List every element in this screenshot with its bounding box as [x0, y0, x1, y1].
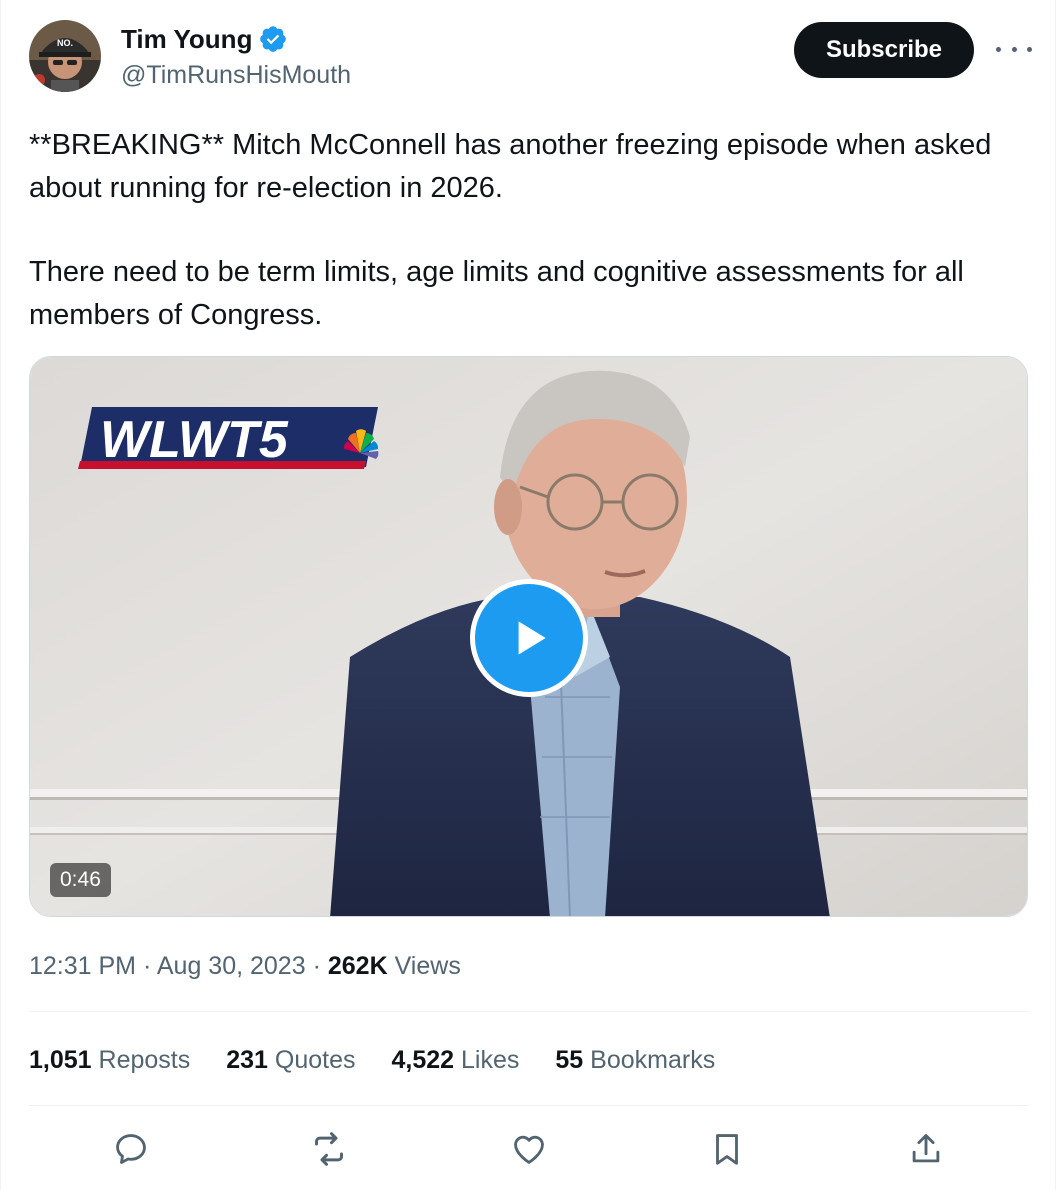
divider	[29, 1105, 1029, 1106]
more-dot	[1011, 46, 1017, 52]
share-icon	[912, 1134, 940, 1163]
views-label: Views	[394, 952, 461, 980]
stat-count: 4,522	[391, 1046, 455, 1074]
more-options-icon[interactable]	[996, 36, 1032, 62]
stat-quotes[interactable]: 231 Quotes	[226, 1040, 355, 1080]
divider	[29, 1011, 1029, 1012]
meta-separator: ·	[142, 952, 152, 980]
video-duration: 0:46	[50, 863, 111, 897]
repost-icon	[315, 1132, 343, 1166]
share-button[interactable]	[901, 1124, 951, 1174]
engagement-stats: 1,051 Reposts 231 Quotes 4,522 Likes 55 …	[29, 1040, 751, 1080]
stat-label: Likes	[461, 1046, 520, 1074]
more-dot	[1027, 46, 1032, 52]
tweet-text: **BREAKING** Mitch McConnell has another…	[29, 124, 1029, 337]
author-name-row[interactable]: Tim Young	[121, 22, 288, 56]
more-dot	[996, 46, 1001, 52]
like-icon	[514, 1135, 544, 1164]
stat-label: Reposts	[98, 1046, 191, 1074]
tweet-date[interactable]: Aug 30, 2023	[157, 952, 306, 980]
stat-count: 1,051	[29, 1046, 92, 1074]
video-player[interactable]: WLWT5 0:46	[29, 356, 1028, 917]
bookmark-button[interactable]	[702, 1124, 752, 1174]
avatar-cap-text: NO.	[57, 38, 73, 48]
tweet-time[interactable]: 12:31 PM	[29, 952, 136, 980]
stat-bookmarks[interactable]: 55 Bookmarks	[555, 1040, 715, 1080]
verified-badge-icon	[260, 26, 287, 52]
stat-count: 55	[555, 1046, 584, 1074]
stat-reposts[interactable]: 1,051 Reposts	[29, 1040, 190, 1080]
reply-icon	[116, 1134, 146, 1164]
meta-separator: ·	[312, 952, 321, 980]
tweet-paragraph: There need to be term limits, age limits…	[29, 256, 964, 331]
stat-label: Bookmarks	[590, 1046, 716, 1074]
tweet-meta: 12:31 PM · Aug 30, 2023 · 262K Views	[29, 946, 461, 986]
stat-likes[interactable]: 4,522 Likes	[392, 1040, 520, 1080]
stat-label: Quotes	[274, 1046, 356, 1074]
reply-button[interactable]	[106, 1124, 156, 1174]
tweet-paragraph: **BREAKING** Mitch McConnell has another…	[29, 129, 992, 204]
play-button[interactable]	[470, 579, 588, 697]
bookmark-icon	[716, 1134, 738, 1165]
action-bar	[29, 1124, 1029, 1174]
author-display-name[interactable]: Tim Young	[121, 22, 252, 56]
views-count: 262K	[327, 952, 388, 980]
play-icon	[518, 621, 546, 655]
like-button[interactable]	[504, 1124, 554, 1174]
repost-button[interactable]	[304, 1124, 354, 1174]
stat-count: 231	[226, 1046, 268, 1074]
author-handle[interactable]: @TimRunsHisMouth	[121, 58, 351, 92]
wlwt5-logo: WLWT5	[78, 407, 379, 469]
station-logo-text: WLWT5	[100, 411, 289, 469]
subscribe-button[interactable]: Subscribe	[794, 22, 974, 78]
avatar[interactable]: NO.	[29, 20, 101, 92]
